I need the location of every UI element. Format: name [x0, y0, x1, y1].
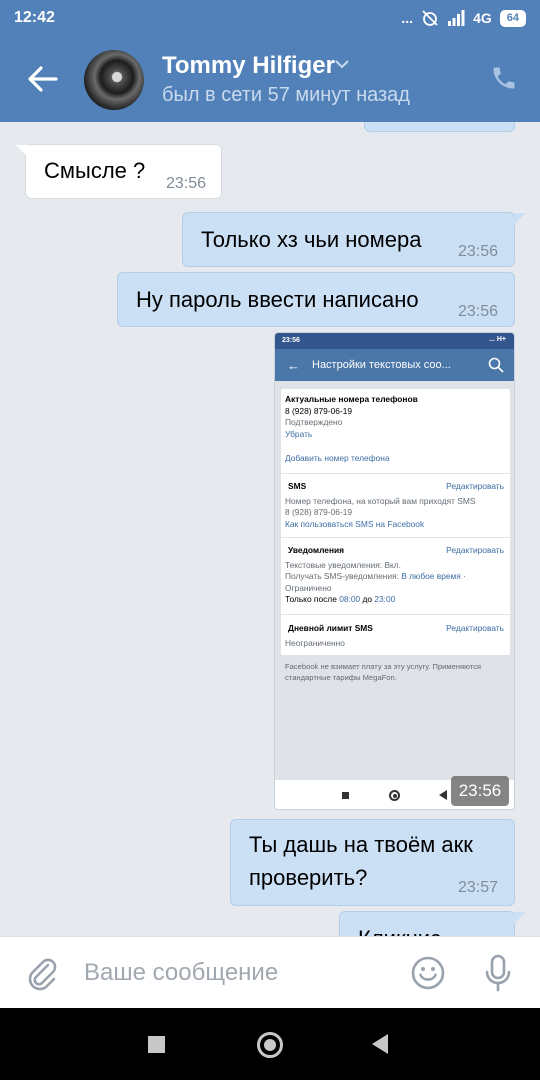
emoji-icon[interactable]: [410, 955, 446, 991]
chat-header: Tommy Hilfiger был в сети 57 минут назад: [0, 36, 540, 122]
photo-status-time: 23:56: [282, 337, 300, 344]
status-time: 12:42: [14, 9, 55, 26]
link: 23:00: [374, 594, 396, 604]
notification-dots: ...: [401, 10, 414, 26]
photo-attachment[interactable]: 23:56 ... H+ ← Настройки текстовых соо..…: [274, 332, 515, 810]
attach-icon[interactable]: [24, 955, 60, 991]
message-time: 23:57: [458, 879, 499, 896]
photo-search-icon: [488, 357, 504, 373]
photo-home-icon: [389, 790, 400, 801]
system-nav-bar: [0, 1008, 540, 1080]
contact-name[interactable]: Tommy Hilfiger: [162, 52, 335, 80]
message-bubble-out[interactable]: Кликнис: [339, 911, 526, 936]
photo-back-arrow-icon: ←: [287, 358, 300, 373]
photo-notifications-line2: Получать SMS-уведомления: В любое время …: [285, 571, 506, 583]
message-text: Кликнис: [358, 922, 441, 936]
text: Только после: [285, 594, 340, 604]
divider: [281, 537, 510, 538]
message-text-line1: Ты дашь на твоём акк: [249, 832, 473, 857]
home-icon[interactable]: [257, 1032, 283, 1058]
photo-notifications-line3: Ограничено: [285, 582, 332, 593]
photo-phones-remove: Убрать: [285, 428, 313, 439]
photo-settings-body: Актуальные номера телефонов 8 (928) 879-…: [275, 381, 514, 781]
message-bubble-in[interactable]: Смысле ? 23:56: [16, 144, 222, 199]
signal-icon: [448, 10, 465, 26]
text: до: [360, 594, 375, 604]
status-icons: ... 4G 64: [401, 9, 526, 27]
photo-sms-edit: Редактировать: [446, 481, 504, 491]
divider: [281, 473, 510, 474]
bubble-tail: [514, 213, 526, 225]
message-bubble-out[interactable]: [364, 122, 515, 132]
message-text: Только хз чьи номера: [201, 227, 422, 252]
photo-notifications-edit: Редактировать: [446, 545, 504, 555]
network-type: 4G: [473, 10, 492, 26]
photo-phones-number: 8 (928) 879-06-19: [285, 405, 353, 416]
message-time: 23:56: [458, 243, 499, 260]
contact-avatar[interactable]: [84, 50, 144, 110]
back-icon[interactable]: [372, 1034, 388, 1054]
text: Получать SMS-уведомления:: [285, 571, 402, 581]
divider: [281, 614, 510, 615]
message-text: Смысле ?: [44, 158, 146, 183]
link: В любое время: [401, 571, 461, 581]
last-seen-status: был в сети 57 минут назад: [162, 84, 410, 106]
photo-phones-state: Подтверждено: [285, 417, 343, 427]
chevron-down-icon[interactable]: [334, 58, 350, 70]
status-bar: 12:42 ... 4G 64: [0, 0, 540, 36]
message-bubble-out[interactable]: Ты дашь на твоём акк проверить? 23:57: [230, 819, 515, 906]
photo-status-icons: ... H+: [489, 336, 506, 343]
photo-phones-section: Актуальные номера телефонов 8 (928) 879-…: [285, 394, 506, 465]
message-input[interactable]: [84, 953, 394, 993]
phone-icon[interactable]: [490, 64, 518, 92]
photo-status-bar: 23:56 ... H+: [275, 333, 514, 349]
photo-notifications-section: Уведомления Редактировать Текстовые увед…: [285, 545, 506, 606]
message-bubble-out[interactable]: Ну пароль ввести написано 23:56: [117, 272, 515, 327]
photo-limit-edit: Редактировать: [446, 623, 504, 633]
message-time: 23:56: [458, 303, 499, 320]
photo-phones-title: Актуальные номера телефонов: [285, 394, 418, 404]
message-text: Ну пароль ввести написано: [136, 287, 419, 312]
photo-settings-card: Актуальные номера телефонов 8 (928) 879-…: [281, 389, 510, 655]
link: 08:00: [339, 594, 361, 604]
message-text-line2: проверить?: [249, 865, 368, 890]
photo-app-title: Настройки текстовых соо...: [312, 359, 451, 371]
battery-icon: 64: [499, 9, 526, 27]
photo-limit-value: Неограниченно: [285, 637, 345, 648]
text: ·: [460, 571, 466, 581]
photo-sms-desc: Номер телефона, на который вам приходят …: [285, 495, 476, 506]
message-composer: [0, 936, 540, 1008]
photo-sms-number: 8 (928) 879-06-19: [285, 507, 353, 517]
photo-app-bar: ← Настройки текстовых соо...: [275, 349, 514, 381]
photo-sms-section: SMS Редактировать Номер телефона, на кот…: [285, 481, 506, 530]
recent-apps-icon[interactable]: [148, 1036, 165, 1053]
photo-notifications-line1: Текстовые уведомления: Вкл.: [285, 559, 402, 570]
photo-phones-add: Добавить номер телефона: [285, 453, 390, 463]
photo-recent-icon: [342, 792, 349, 799]
message-list[interactable]: Смысле ? 23:56 Только хз чьи номера 23:5…: [0, 122, 540, 936]
message-bubble-out[interactable]: Только хз чьи номера 23:56: [182, 212, 526, 267]
photo-limit-section: Дневной лимит SMS Редактировать Неограни…: [285, 623, 506, 649]
bubble-tail: [16, 145, 28, 157]
mic-icon[interactable]: [482, 953, 514, 993]
message-time: 23:56: [166, 175, 207, 192]
photo-footnote: Facebook не взимает плату за эту услугу.…: [285, 662, 481, 682]
bubble-tail: [514, 912, 526, 924]
alarm-off-icon: [422, 10, 438, 26]
back-arrow-icon[interactable]: [26, 63, 60, 95]
photo-time: 23:56: [451, 776, 509, 806]
photo-notifications-line4: Только после 08:00 до 23:00: [285, 594, 506, 606]
photo-sms-link: Как пользоваться SMS на Facebook: [285, 518, 425, 529]
photo-back-icon: [439, 790, 447, 800]
